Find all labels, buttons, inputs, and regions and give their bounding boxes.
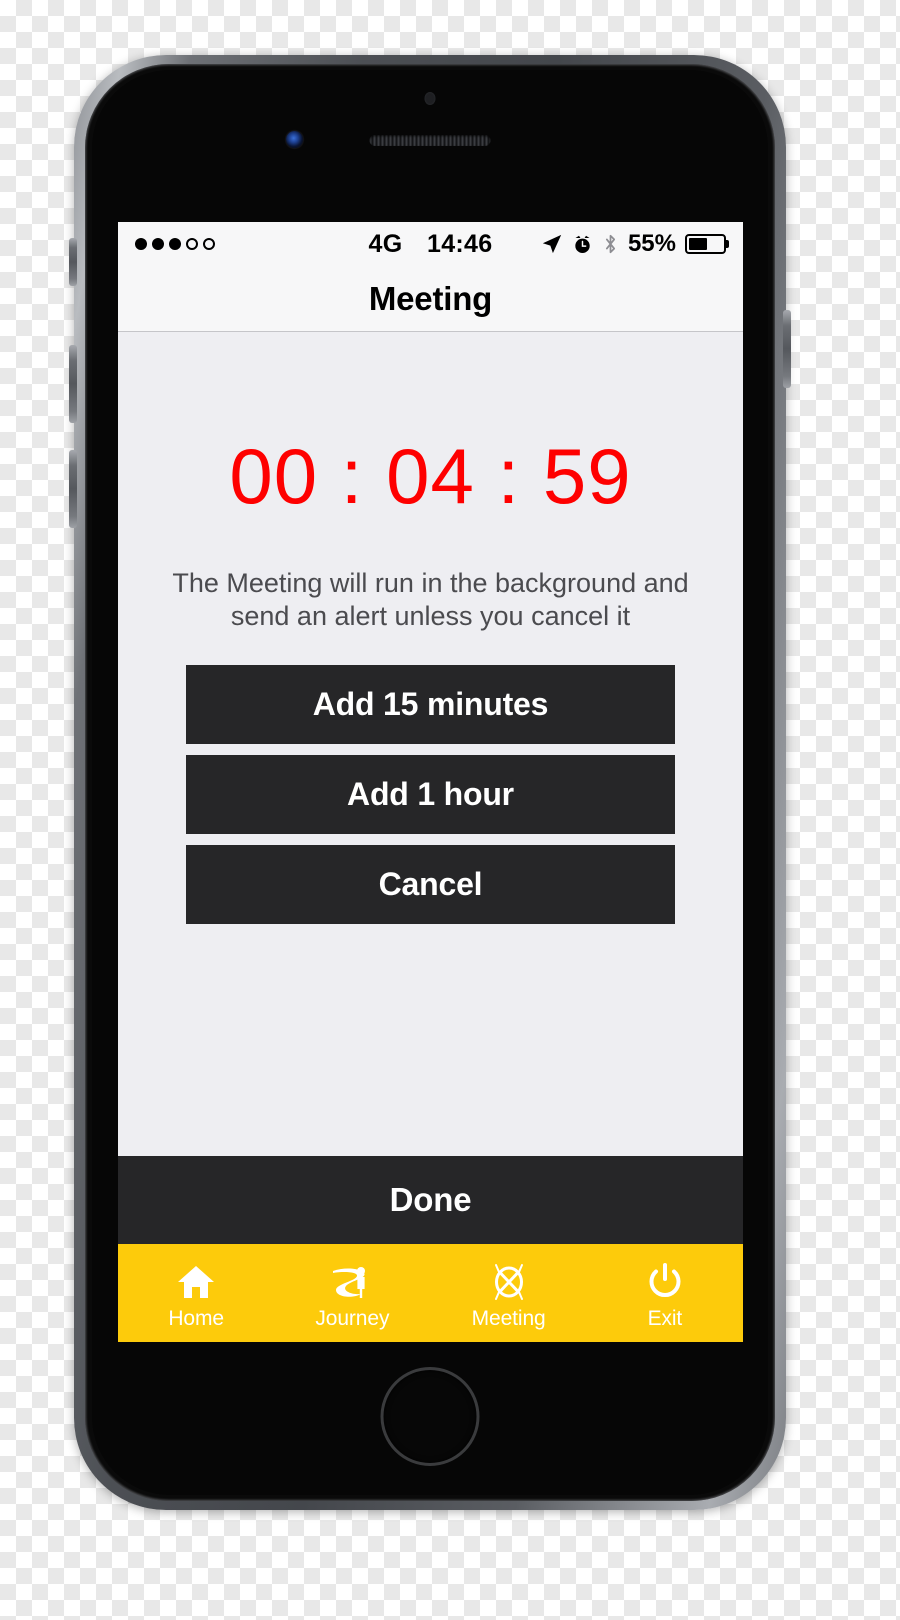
page-title: Meeting — [368, 279, 493, 317]
tab-journey[interactable]: Journey — [274, 1244, 430, 1342]
tab-bar: Home Journey Meeting Exit — [118, 1244, 743, 1342]
countdown-timer: 00 : 04 : 59 — [229, 432, 632, 520]
proximity-sensor-icon — [424, 92, 436, 105]
tab-home-label: Home — [168, 1307, 224, 1330]
power-button[interactable] — [783, 310, 791, 388]
silent-switch-button[interactable] — [69, 238, 77, 286]
circle-x-burst-icon — [488, 1261, 530, 1303]
status-bar-right: 55% — [541, 230, 726, 258]
volume-up-button[interactable] — [69, 345, 77, 423]
battery-fill — [689, 238, 708, 250]
tab-exit-label: Exit — [647, 1307, 683, 1330]
network-type-label: 4G — [368, 229, 403, 258]
tab-journey-label: Journey — [315, 1307, 390, 1330]
alarm-clock-icon — [575, 235, 590, 253]
status-bar: 4G 14:46 55% — [118, 222, 743, 266]
add-15-minutes-button[interactable]: Add 15 minutes — [186, 664, 675, 744]
tab-home[interactable]: Home — [118, 1244, 274, 1342]
iphone-device-frame: 4G 14:46 55% Meeting 00: 04: 59 The Me… — [69, 55, 791, 1510]
navigation-bar: Meeting — [118, 266, 743, 332]
phone-screen: 4G 14:46 55% Meeting 00: 04: 59 The Me… — [118, 222, 743, 1342]
tab-meeting-label: Meeting — [471, 1307, 546, 1330]
front-camera-icon — [286, 131, 303, 148]
done-button[interactable]: Done — [118, 1156, 743, 1244]
earpiece-speaker-icon — [369, 135, 491, 146]
location-arrow-icon — [542, 234, 562, 254]
main-content: 00 : 04 : 59 The Meeting will run in the… — [118, 332, 743, 1156]
volume-down-button[interactable] — [69, 450, 77, 528]
cancel-button[interactable]: Cancel — [186, 844, 675, 924]
description-text: The Meeting will run in the background a… — [172, 568, 689, 631]
tab-meeting[interactable]: Meeting — [431, 1244, 587, 1342]
home-icon — [176, 1261, 216, 1303]
journey-person-road-icon — [330, 1261, 374, 1303]
action-button-group: Add 15 minutes Add 1 hour Cancel — [186, 664, 675, 924]
power-icon — [645, 1261, 685, 1303]
home-button-hardware[interactable] — [380, 1367, 480, 1466]
clock-label: 14:46 — [427, 229, 493, 258]
bluetooth-icon — [605, 234, 615, 254]
add-1-hour-button[interactable]: Add 1 hour — [186, 754, 675, 834]
battery-percent-label: 55% — [627, 230, 676, 257]
tab-exit[interactable]: Exit — [587, 1244, 743, 1342]
battery-icon — [685, 234, 726, 254]
